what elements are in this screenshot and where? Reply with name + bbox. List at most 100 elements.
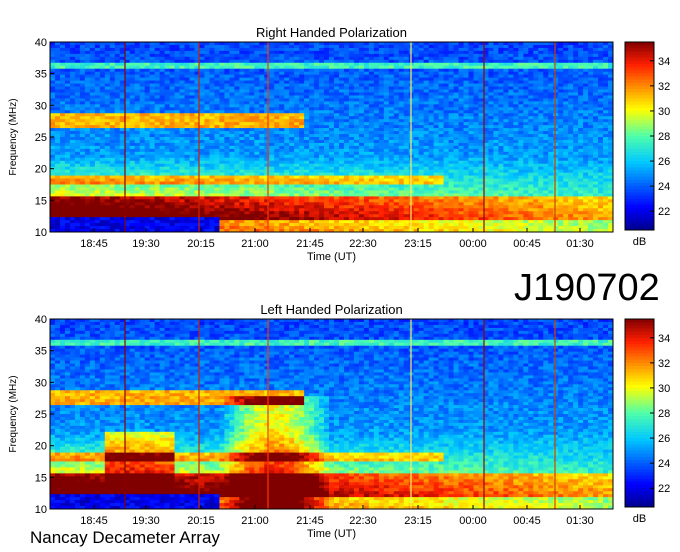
colorbar-step	[625, 350, 654, 354]
colorbar-step	[625, 481, 654, 486]
colorbar-tick-label: 32	[658, 81, 670, 93]
colorbar-step	[625, 340, 654, 345]
colorbar-step	[625, 139, 654, 143]
x-tick-label: 01:30	[566, 238, 594, 250]
colorbar-step	[625, 157, 654, 162]
colorbar-step	[625, 76, 654, 81]
y-tick-label: 25	[35, 409, 47, 421]
x-tick-label: 19:30	[132, 238, 160, 250]
colorbar-step	[625, 164, 654, 168]
y-tick-label: 25	[35, 132, 47, 144]
colorbar-step	[625, 45, 654, 49]
colorbar-step	[625, 48, 654, 52]
colorbar-step	[625, 403, 654, 408]
colorbar-tick-label: 28	[658, 408, 670, 420]
colorbar-step	[625, 400, 654, 405]
colorbar-step	[625, 54, 654, 59]
colorbar-step	[625, 92, 654, 96]
panel-left-polarization: Left Handed Polarization 10 15 20 25 30 35 40 Fr…	[8, 302, 670, 540]
colorbar-step	[625, 322, 654, 326]
colorbar-step	[625, 148, 654, 153]
y-axis-label: Frequency (MHz)	[8, 375, 19, 452]
colorbar-step	[625, 204, 654, 209]
colorbar-step	[625, 57, 654, 62]
x-axis-label: Time (UT)	[307, 251, 356, 263]
colorbar-step	[625, 494, 654, 499]
colorbar-step	[625, 95, 654, 99]
colorbar-step	[625, 425, 654, 430]
colorbar-step	[625, 73, 654, 77]
colorbar-step	[625, 167, 654, 171]
x-tick-label: 18:45	[80, 238, 108, 250]
colorbar-step	[625, 70, 654, 74]
colorbar-step	[625, 154, 654, 159]
colorbar-step	[625, 344, 654, 348]
colorbar-step	[625, 337, 654, 342]
y-tick-label: 40	[35, 314, 47, 326]
x-tick-label: 00:45	[513, 515, 541, 527]
colorbar-step	[625, 478, 654, 483]
colorbar-step	[625, 67, 654, 71]
colorbar-step	[625, 447, 654, 452]
colorbar-step	[625, 151, 654, 156]
colorbar-step	[625, 110, 654, 115]
colorbar-step	[625, 173, 654, 178]
colorbar-step	[625, 104, 654, 109]
x-tick-label: 00:00	[459, 515, 487, 527]
colorbar-step	[625, 170, 654, 175]
y-tick-label: 15	[35, 472, 47, 484]
colorbar-step	[625, 500, 654, 505]
y-tick-label: 20	[35, 441, 47, 453]
colorbar-tick-label: 32	[658, 358, 670, 370]
colorbar-step	[625, 353, 654, 358]
colorbar-step	[625, 428, 654, 433]
colorbar-step	[625, 375, 654, 380]
colorbar: 22 24 26 28 30 32 34 dB	[624, 318, 670, 525]
y-tick-label: 15	[35, 195, 47, 207]
colorbar-step	[625, 441, 654, 445]
colorbar-step	[625, 378, 654, 383]
colorbar-step	[625, 217, 654, 222]
colorbar-step	[625, 89, 654, 93]
colorbar-step	[625, 117, 654, 121]
colorbar-step	[625, 460, 654, 464]
colorbar-tick-label: 34	[658, 56, 670, 68]
colorbar-step	[625, 63, 654, 68]
colorbar-step	[625, 82, 654, 87]
colorbar-step	[625, 434, 654, 439]
colorbar-step	[625, 328, 654, 333]
x-tick-label: 22:30	[349, 515, 377, 527]
x-tick-label: 00:00	[459, 238, 487, 250]
x-tick-label: 20:15	[187, 515, 215, 527]
x-tick-label: 22:30	[349, 238, 377, 250]
x-tick-label: 21:00	[241, 238, 269, 250]
colorbar-step	[625, 145, 654, 150]
colorbar-step	[625, 208, 654, 212]
x-tick-label: 20:15	[187, 238, 215, 250]
colorbar-step	[625, 359, 654, 364]
colorbar-tick-label: 22	[658, 206, 670, 218]
colorbar-step	[625, 220, 654, 225]
colorbar-step	[625, 132, 654, 137]
colorbar-step	[625, 450, 654, 455]
x-tick-label: 23:15	[404, 515, 432, 527]
colorbar-step	[625, 142, 654, 146]
colorbar-step	[625, 192, 654, 197]
colorbar-step	[625, 189, 654, 193]
colorbar-step	[625, 98, 654, 103]
colorbar-step	[625, 362, 654, 367]
colorbar-step	[625, 183, 654, 187]
colorbar-step	[625, 391, 654, 395]
colorbar-step	[625, 438, 654, 442]
y-tick-label: 10	[35, 227, 47, 239]
colorbar-step	[625, 195, 654, 200]
y-tick-label: 30	[35, 377, 47, 389]
y-tick-label: 35	[35, 69, 47, 81]
colorbar-label: dB	[633, 236, 646, 248]
colorbar-step	[625, 136, 654, 140]
colorbar-step	[625, 107, 654, 112]
colorbar-step	[625, 161, 654, 165]
colorbar-step	[625, 466, 654, 470]
colorbar-step	[625, 114, 654, 118]
colorbar-step	[625, 79, 654, 84]
